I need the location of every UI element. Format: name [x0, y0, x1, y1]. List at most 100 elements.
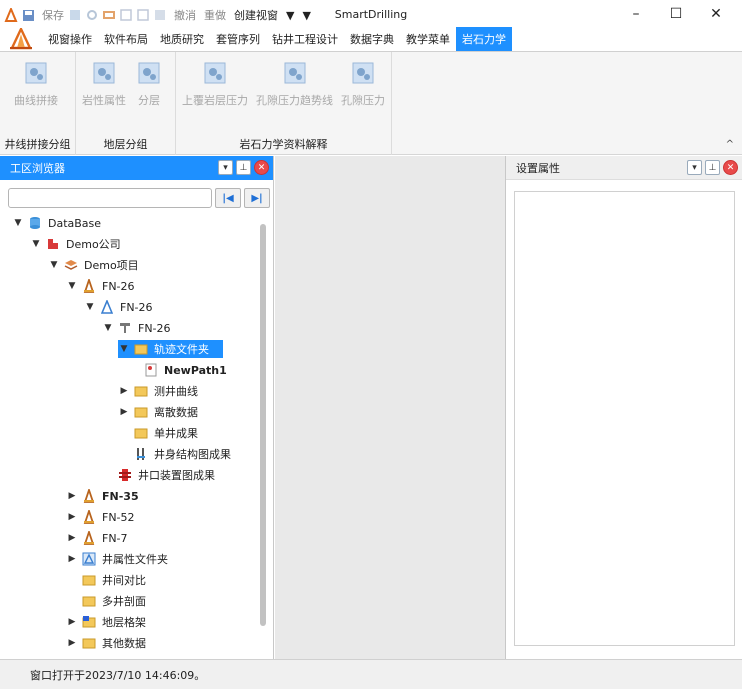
main-workspace[interactable] [275, 156, 505, 659]
nav-first-button[interactable]: |◀ [215, 188, 241, 208]
overburden-pressure-button[interactable]: 上覆岩层压力 [182, 62, 248, 108]
pore-pressure-button[interactable]: 孔隙压力 [341, 62, 385, 108]
expand-arrow-icon[interactable]: ▶ [66, 554, 78, 564]
tab-view-ops[interactable]: 视窗操作 [42, 27, 98, 51]
expand-arrow-icon[interactable]: ▼ [48, 260, 60, 270]
property-grid[interactable] [514, 191, 735, 646]
link-icon[interactable] [102, 8, 116, 22]
tree-node-fn52[interactable]: ▶ FN-52 [66, 508, 135, 526]
tab-rock-mechanics[interactable]: 岩石力学 [456, 27, 512, 51]
tree-node-database[interactable]: ▼ DataBase [12, 214, 102, 232]
folder-icon [82, 636, 96, 650]
layering-button[interactable]: 分层 [138, 62, 160, 108]
properties-panel: 设置属性 ▾ ⊥ ✕ [505, 156, 742, 659]
close-button[interactable]: ✕ [696, 2, 736, 26]
panel-dropdown-icon[interactable]: ▾ [687, 160, 702, 175]
expand-arrow-icon[interactable]: ▼ [66, 281, 78, 291]
nav-last-button[interactable]: ▶| [244, 188, 270, 208]
tree-node-log-curves[interactable]: ▶ 测井曲线 [118, 382, 198, 400]
tree-node-strata-framework[interactable]: ▶ 地层格架 [66, 613, 146, 631]
tab-teaching[interactable]: 教学菜单 [400, 27, 456, 51]
image-icon[interactable] [153, 8, 167, 22]
tree-node-multi-well-section[interactable]: 多井剖面 [78, 592, 146, 610]
expand-arrow-icon[interactable]: ▶ [66, 512, 78, 522]
tree-node-wellhead[interactable]: 井口装置图成果 [114, 466, 215, 484]
tree-node-project[interactable]: ▼ Demo项目 [48, 256, 139, 274]
tree-node-other-data[interactable]: ▶ 其他数据 [66, 634, 146, 652]
grid-icon[interactable] [119, 8, 133, 22]
app-menu-button[interactable] [0, 27, 42, 51]
tree-scrollbar[interactable] [258, 216, 268, 656]
ribbon-group-curve-splice: 曲线拼接 井线拼接分组 [0, 52, 76, 155]
curve-splice-button[interactable]: 曲线拼接 [14, 62, 58, 108]
create-view-button[interactable]: 创建视窗 [234, 7, 278, 23]
scrollbar-thumb[interactable] [260, 224, 266, 626]
folder-icon [134, 342, 148, 356]
redo-button[interactable]: 重做 [204, 7, 226, 23]
pin-icon[interactable]: ⊥ [705, 160, 720, 175]
tree-node-well-correlation[interactable]: 井间对比 [78, 571, 146, 589]
expand-arrow-icon[interactable]: ▶ [118, 386, 130, 396]
tab-geology[interactable]: 地质研究 [154, 27, 210, 51]
expand-arrow-icon[interactable]: ▼ [102, 323, 114, 333]
expand-arrow-icon[interactable]: ▼ [84, 302, 96, 312]
title-bar: 保存 撤消 重做 创建视窗 ▼ ▼ SmartDrilling – ☐ ✕ [0, 0, 742, 30]
refresh-icon[interactable] [85, 8, 99, 22]
undo-button[interactable]: 撤消 [174, 7, 196, 23]
tree-node-well-attributes[interactable]: ▶ 井属性文件夹 [66, 550, 168, 568]
tab-drilling-design[interactable]: 钻井工程设计 [266, 27, 344, 51]
expand-arrow-icon[interactable]: ▶ [66, 533, 78, 543]
tree-node-well-structure[interactable]: 井身结构图成果 [130, 445, 231, 463]
expand-arrow-icon[interactable]: ▶ [118, 407, 130, 417]
lithology-attr-button[interactable]: 岩性属性 [82, 62, 126, 108]
tool-icon[interactable] [68, 8, 82, 22]
rig-icon [82, 510, 96, 524]
project-tree: ▼ DataBase ▼ Demo公司 ▼ Demo项目 ▼ FN-26 ▼ F… [0, 214, 260, 654]
pin-icon[interactable]: ⊥ [236, 160, 251, 175]
tree-node-fn26-wellbore[interactable]: ▼ FN-26 [102, 319, 171, 337]
pore-pressure-trend-button[interactable]: 孔隙压力趋势线 [256, 62, 333, 108]
tree-node-single-well-results[interactable]: 单井成果 [130, 424, 198, 442]
table-icon[interactable] [136, 8, 150, 22]
tree-node-fn35[interactable]: ▶ FN-35 [66, 487, 139, 505]
company-icon [46, 237, 60, 251]
folder-icon [134, 426, 148, 440]
panel-header: 设置属性 ▾ ⊥ ✕ [506, 156, 742, 180]
save-icon[interactable] [21, 8, 35, 22]
tree-node-discrete-data[interactable]: ▶ 离散数据 [118, 403, 198, 421]
project-icon [64, 258, 78, 272]
expand-arrow-icon[interactable]: ▼ [30, 239, 42, 249]
customize-toolbar-button[interactable]: ▼ [302, 9, 310, 22]
tab-layout[interactable]: 软件布局 [98, 27, 154, 51]
expand-arrow-icon[interactable]: ▼ [12, 218, 24, 228]
tree-node-newpath1[interactable]: NewPath1 [140, 361, 227, 379]
ribbon-collapse-button[interactable]: ^ [726, 139, 734, 150]
group-label: 地层分组 [103, 138, 148, 151]
expand-arrow-icon[interactable]: ▶ [66, 617, 78, 627]
tree-node-fn26-rig[interactable]: ▼ FN-26 [66, 277, 135, 295]
tree-node-company[interactable]: ▼ Demo公司 [30, 235, 121, 253]
workspace-browser-panel: 工区浏览器 ▾ ⊥ ✕ |◀ ▶| ▼ DataBase ▼ Demo公司 ▼ … [0, 156, 274, 659]
group-label: 井线拼接分组 [4, 138, 71, 151]
minimize-button[interactable]: – [616, 2, 656, 26]
tree-node-fn26-well[interactable]: ▼ FN-26 [84, 298, 153, 316]
maximize-button[interactable]: ☐ [656, 2, 696, 26]
panel-header: 工区浏览器 ▾ ⊥ ✕ [0, 156, 273, 180]
panel-close-icon[interactable]: ✕ [723, 160, 738, 175]
tree-node-trajectory-folder[interactable]: ▼ 轨迹文件夹 [118, 340, 223, 358]
tab-casing[interactable]: 套管序列 [210, 27, 266, 51]
rig-icon [82, 531, 96, 545]
expand-arrow-icon[interactable]: ▶ [66, 638, 78, 648]
expand-arrow-icon[interactable]: ▶ [66, 491, 78, 501]
tree-search-input[interactable] [8, 188, 212, 208]
panel-dropdown-icon[interactable]: ▾ [218, 160, 233, 175]
ribbon-group-rock-mechanics: 上覆岩层压力 孔隙压力趋势线 孔隙压力 岩石力学资料解释 [176, 52, 392, 155]
panel-close-icon[interactable]: ✕ [254, 160, 269, 175]
app-small-icon [4, 8, 18, 22]
expand-arrow-icon[interactable]: ▼ [118, 344, 130, 354]
save-button[interactable]: 保存 [42, 7, 64, 23]
create-view-dropdown[interactable]: ▼ [286, 9, 294, 22]
tab-data-dictionary[interactable]: 数据字典 [344, 27, 400, 51]
tree-node-fn7[interactable]: ▶ FN-7 [66, 529, 128, 547]
gear-icon [204, 62, 226, 84]
